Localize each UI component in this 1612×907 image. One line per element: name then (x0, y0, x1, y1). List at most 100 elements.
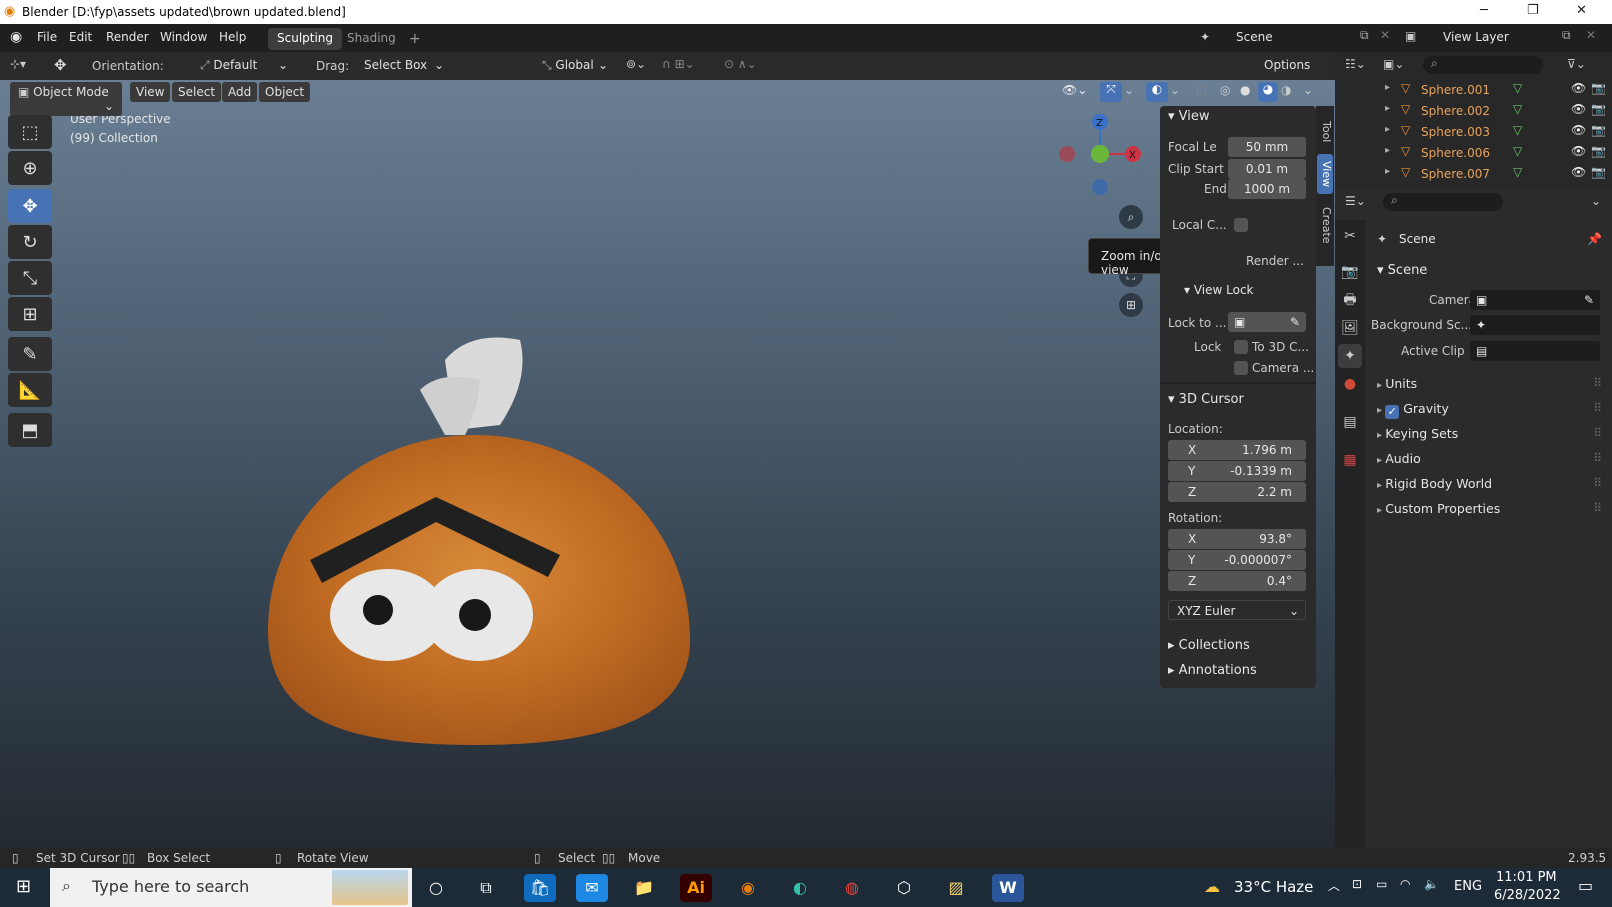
object-menu[interactable]: Object (259, 82, 311, 102)
rotation-y-field[interactable]: Y -0.000007° (1168, 550, 1306, 570)
blender-menu-icon[interactable]: ◉ (10, 29, 22, 45)
proportional-edit-icon[interactable]: ⊙ ∧⌄ (724, 57, 757, 71)
scene-icon[interactable]: ✦ (1200, 30, 1210, 44)
location-x-field[interactable]: X 1.796 m (1168, 440, 1306, 460)
view-menu[interactable]: View (130, 82, 171, 102)
wireframe-shading-icon[interactable]: ◎ (1220, 83, 1230, 97)
rotation-x-field[interactable]: X 93.8° (1168, 529, 1306, 549)
outliner-search-input[interactable]: ⌕ (1423, 56, 1543, 74)
drag-dropdown[interactable]: Select Box ⌄ (356, 55, 452, 75)
outliner-row[interactable]: ▸ ▽ Sphere.006 ▽ 👁 📷 (1335, 143, 1612, 163)
weather-icon[interactable]: ☁ (1204, 877, 1220, 896)
outliner-item-label[interactable]: Sphere.001 (1421, 83, 1490, 97)
view-layer-name[interactable]: View Layer (1443, 30, 1509, 44)
volume-icon[interactable]: 🔈 (1424, 877, 1439, 891)
blender-taskbar-icon[interactable]: ◉ (732, 874, 764, 902)
outliner-row[interactable]: ▸ ▽ Sphere.001 ▽ 👁 📷 (1335, 80, 1612, 100)
clip-start-field[interactable]: 0.01 m (1228, 159, 1306, 179)
editor-type-icon[interactable]: ⊹▾ (10, 57, 26, 71)
solid-shading-icon[interactable]: ● (1240, 83, 1250, 97)
lock-camera-checkbox[interactable] (1234, 361, 1248, 375)
properties-section-audio[interactable]: ▸ Audio ⠿ (1377, 451, 1602, 466)
view-layer-icon[interactable]: ▣ (1405, 29, 1416, 43)
orientation-dropdown[interactable]: ⤢ Default ⌄ (192, 55, 296, 76)
select-tool-icon[interactable]: ⬚ (8, 115, 52, 149)
cortana-icon[interactable]: ○ (420, 874, 452, 902)
camera-field[interactable]: ▣ ✎ (1470, 290, 1600, 310)
material-shading-icon[interactable]: ◕ (1258, 82, 1278, 102)
drag-handle-icon[interactable]: ⠿ (1593, 476, 1602, 490)
annotations-header[interactable]: ▸ Annotations (1168, 663, 1257, 678)
tray-device-icon[interactable]: ⊡ (1352, 877, 1362, 891)
output-props-icon[interactable]: 🖶 (1338, 288, 1362, 312)
taskbar-search-input[interactable]: ⌕ Type here to search (50, 868, 412, 907)
menu-window[interactable]: Window (160, 30, 207, 44)
gizmo-toggle-icon[interactable]: ⤧ (1100, 82, 1122, 102)
clip-end-field[interactable]: 1000 m (1228, 179, 1306, 199)
active-clip-field[interactable]: ▤ (1470, 341, 1600, 361)
outliner-item-label[interactable]: Sphere.006 (1421, 146, 1490, 160)
snap-icon[interactable]: ∩ ⊞⌄ (662, 57, 695, 71)
location-y-field[interactable]: Y -0.1339 m (1168, 461, 1306, 481)
drag-handle-icon[interactable]: ⠿ (1593, 426, 1602, 440)
menu-render[interactable]: Render (106, 30, 149, 44)
file-explorer-icon[interactable]: 📁 (628, 874, 660, 902)
expand-arrow-icon[interactable]: ▸ (1385, 82, 1390, 93)
properties-options-icon[interactable]: ⌄ (1591, 194, 1601, 208)
properties-section-rigid-body-world[interactable]: ▸ Rigid Body World ⠿ (1377, 476, 1602, 491)
rotation-mode-dropdown[interactable]: XYZ Euler ⌄ (1168, 600, 1306, 620)
tab-sculpting[interactable]: Sculpting (268, 28, 343, 50)
add-cube-tool-icon[interactable]: ⬒ (8, 413, 52, 447)
rendered-shading-icon[interactable]: ◑ (1281, 83, 1291, 97)
rotate-tool-icon[interactable]: ↻ (8, 225, 52, 259)
overlays-dropdown-icon[interactable]: ⌄ (1170, 83, 1180, 97)
lock-to-3d-cursor-checkbox[interactable] (1234, 340, 1248, 354)
expand-arrow-icon[interactable]: ▸ (1385, 145, 1390, 156)
copy-layer-icon[interactable]: ⧉ (1562, 28, 1571, 43)
close-button[interactable]: ✕ (1576, 3, 1587, 18)
shading-dropdown-icon[interactable]: ⌄ (1303, 83, 1313, 97)
3d-cursor-header[interactable]: ▾ 3D Cursor (1168, 392, 1244, 407)
view-layer-props-icon[interactable]: 🖼 (1338, 316, 1362, 340)
add-menu[interactable]: Add (222, 82, 258, 102)
outliner-row[interactable]: ▸ ▽ Sphere.007 ▽ 👁 📷 (1335, 164, 1612, 184)
notifications-icon[interactable]: ▭ (1578, 876, 1593, 895)
background-scene-field[interactable]: ✦ (1470, 315, 1600, 335)
scale-tool-icon[interactable]: ⤡ (8, 261, 52, 295)
properties-editor-icon[interactable]: ☰⌄ (1345, 194, 1366, 208)
filter-icon[interactable]: ⊽⌄ (1567, 57, 1586, 71)
language-indicator[interactable]: ENG (1454, 879, 1482, 894)
navigation-gizmo[interactable]: Z X (1055, 110, 1165, 210)
transform-tool-icon[interactable]: ⊞ (8, 297, 52, 331)
local-camera-checkbox[interactable] (1234, 218, 1248, 232)
battery-icon[interactable]: ▭ (1376, 877, 1387, 891)
lock-to-object-field[interactable]: ▣ ✎ (1228, 312, 1306, 332)
drag-handle-icon[interactable]: ⠿ (1593, 401, 1602, 415)
xray-icon[interactable]: ▢ (1196, 83, 1207, 97)
tray-chevron-icon[interactable]: ︿ (1328, 877, 1340, 894)
pivot-icon[interactable]: ⊚⌄ (626, 57, 646, 71)
expand-arrow-icon[interactable]: ▸ (1385, 103, 1390, 114)
mode-dropdown[interactable]: ▣ Object Mode ⌄ (10, 82, 122, 116)
properties-section-keying-sets[interactable]: ▸ Keying Sets ⠿ (1377, 426, 1602, 441)
overlays-icon[interactable]: ◐ (1146, 82, 1168, 102)
tab-create[interactable]: Create (1317, 202, 1333, 248)
drag-handle-icon[interactable]: ⠿ (1593, 451, 1602, 465)
outliner-item-label[interactable]: Sphere.002 (1421, 104, 1490, 118)
remove-layer-icon[interactable]: ✕ (1586, 28, 1596, 42)
menu-help[interactable]: Help (219, 30, 246, 44)
minimize-button[interactable]: ─ (1480, 3, 1488, 18)
pin-icon[interactable]: 📌 (1587, 232, 1602, 246)
gravity-checkbox[interactable]: ✓ (1385, 405, 1400, 419)
transform-orientation-dropdown[interactable]: ⤡ Global ⌄ (534, 55, 616, 76)
task-view-icon[interactable]: ⧉ (470, 874, 502, 902)
render-toggle-icon[interactable]: 📷 (1591, 81, 1606, 95)
hide-toggle-icon[interactable]: 👁 (1571, 102, 1586, 116)
properties-section-custom-properties[interactable]: ▸ Custom Properties ⠿ (1377, 501, 1602, 516)
edge-icon[interactable]: ◐ (784, 874, 816, 902)
visibility-icon[interactable]: 👁⌄ (1062, 83, 1087, 97)
drag-handle-icon[interactable]: ⠿ (1593, 501, 1602, 515)
render-toggle-icon[interactable]: 📷 (1591, 102, 1606, 116)
restore-button[interactable]: ❐ (1527, 3, 1539, 18)
outliner-editor-icon[interactable]: ☷⌄ (1345, 57, 1366, 71)
